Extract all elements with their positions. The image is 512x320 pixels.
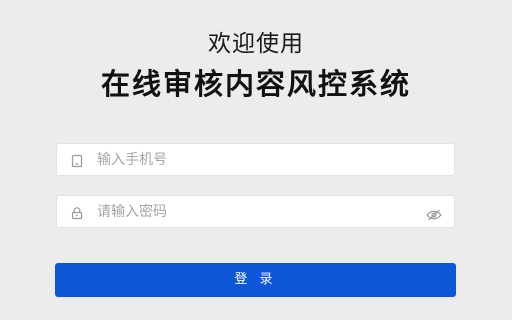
phone-field[interactable] — [56, 143, 455, 176]
phone-input[interactable] — [97, 144, 417, 175]
page-title: 在线审核内容风控系统 — [100, 67, 411, 101]
welcome-heading: 欢迎使用 — [208, 31, 304, 57]
password-input[interactable] — [97, 196, 417, 227]
lock-icon — [70, 205, 84, 220]
password-field[interactable] — [56, 195, 455, 228]
login-button[interactable]: 登 录 — [55, 263, 456, 297]
phone-icon — [70, 153, 84, 168]
eye-icon[interactable] — [426, 206, 442, 221]
